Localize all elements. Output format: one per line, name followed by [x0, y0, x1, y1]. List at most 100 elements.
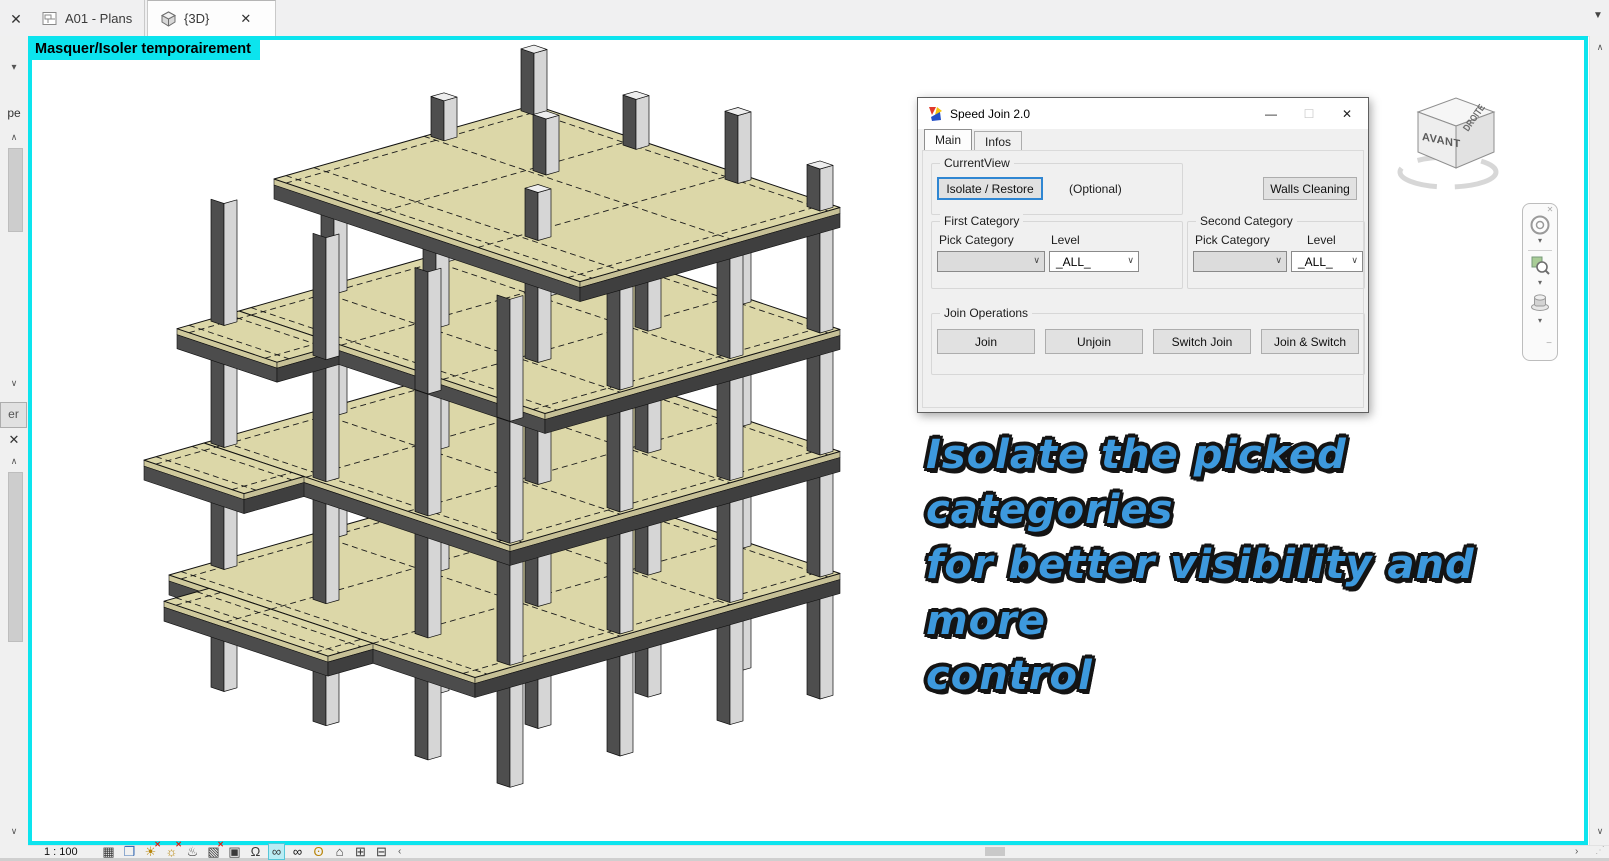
scrollbar-thumb[interactable] [8, 148, 23, 232]
rendering-dialog-icon[interactable]: ♨ [184, 843, 201, 860]
maximize-icon: ☐ [1303, 106, 1315, 121]
glyph: ▣ [228, 843, 241, 859]
glyph: ∞ [292, 844, 303, 859]
crop-region-icon[interactable]: ▣ [226, 843, 243, 860]
combo-value: _ALL_ [1056, 254, 1091, 269]
sun-path-icon[interactable]: ☀ ✕ [142, 840, 161, 860]
glyph: ❒ [123, 843, 136, 859]
level-label: Level [1307, 233, 1336, 247]
first-pick-category-select[interactable]: ∨ [937, 251, 1045, 272]
scroll-down-icon[interactable]: ∨ [1590, 826, 1609, 837]
group-label: Join Operations [940, 306, 1033, 320]
minimize-icon[interactable]: — [1252, 98, 1290, 129]
tab-a01-plans[interactable]: A01 - Plans [30, 0, 146, 36]
tab-label: {3D} [184, 11, 210, 26]
speed-join-logo-icon [929, 106, 942, 121]
glyph: ▦ [102, 843, 115, 859]
tab-infos[interactable]: Infos [974, 131, 1023, 151]
reveal-constraints-icon[interactable]: ⊟ [373, 843, 390, 860]
unjoin-button[interactable]: Unjoin [1045, 329, 1143, 354]
marketing-caption: Isolate the picked categories for better… [926, 428, 1526, 704]
zoom-icon[interactable] [1531, 256, 1550, 275]
navbar-close-icon[interactable]: ✕ [1533, 205, 1567, 214]
crop-view-icon[interactable]: ▧ ✕ [205, 840, 224, 860]
scroll-up-icon[interactable]: ∧ [0, 456, 28, 467]
vertical-scrollbar[interactable]: ∧ ∨ [1589, 36, 1609, 845]
group-label: First Category [940, 214, 1024, 228]
pick-category-label: Pick Category [939, 233, 1014, 247]
level-label: Level [1051, 233, 1080, 247]
hscroll-left-icon[interactable]: ‹ [398, 846, 401, 857]
close-palette-icon[interactable]: ✕ [0, 432, 28, 448]
viewcube[interactable]: AVANT DROITE [1392, 88, 1517, 194]
orbit-options-caret-icon[interactable]: ▾ [1523, 316, 1557, 325]
navigation-bar: ✕ ▾ ▾ ▾ − [1522, 203, 1558, 361]
navbar-divider [1528, 250, 1552, 251]
resize-grip-icon[interactable]: ⋰ [1595, 845, 1605, 856]
off-marker: ✕ [154, 840, 161, 849]
scrollbar-thumb[interactable] [8, 472, 23, 642]
join-button[interactable]: Join [937, 329, 1035, 354]
close-tab-icon[interactable]: ✕ [240, 11, 251, 27]
first-level-select[interactable]: _ALL_ ∨ [1049, 251, 1139, 272]
join-and-switch-button[interactable]: Join & Switch [1261, 329, 1359, 354]
navbar-collapse-icon[interactable]: − [1532, 338, 1566, 349]
view-control-icons: ▦ ❒ ☀ ✕ ☼ ✕ ♨ ▧ ✕ ▣ Ω ∞ ∞ ʘ ⌂ ⊞ ⊟ [100, 840, 390, 860]
close-view-icon[interactable]: ✕ [6, 9, 26, 29]
floor-plan-icon [42, 11, 57, 25]
zoom-options-caret-icon[interactable]: ▾ [1523, 278, 1557, 287]
lock-3d-view-icon[interactable]: Ω [247, 843, 264, 860]
chevron-down-icon: ∨ [1033, 255, 1040, 265]
tab-label: A01 - Plans [65, 10, 133, 26]
temporary-hide-isolate-icon[interactable]: ∞ [268, 843, 285, 860]
chevron-down-icon: ∨ [1275, 255, 1282, 265]
glyph: ⊟ [376, 843, 387, 859]
visual-style-icon[interactable]: ❒ [121, 843, 138, 860]
analytical-model-icon[interactable]: ⌂ [331, 843, 348, 860]
tab-main[interactable]: Main [924, 129, 973, 151]
displacement-sets-icon[interactable]: ⊞ [352, 843, 369, 860]
switch-join-button[interactable]: Switch Join [1153, 329, 1251, 354]
steering-wheel-icon[interactable] [1530, 215, 1550, 235]
glyph: ∞ [271, 844, 282, 859]
scroll-down-icon[interactable]: ∨ [0, 826, 28, 837]
scroll-up-icon[interactable]: ∧ [0, 132, 28, 143]
dialog-titlebar[interactable]: Speed Join 2.0 — ☐ ✕ [918, 98, 1368, 129]
chevron-down-icon: ∨ [1127, 255, 1134, 265]
reveal-hidden-elements-icon[interactable]: ∞ [289, 843, 306, 860]
properties-truncated-label: pe [7, 106, 21, 120]
optional-label: (Optional) [1069, 182, 1122, 196]
off-marker: ✕ [175, 840, 182, 849]
second-level-select[interactable]: _ALL_ ∨ [1291, 251, 1363, 272]
shadows-icon[interactable]: ☼ ✕ [163, 840, 182, 860]
glyph: ♨ [186, 843, 199, 859]
3d-view-icon [160, 10, 177, 27]
view-tab-bar: ✕ A01 - Plans {3D} ✕ ▼ [0, 0, 1609, 37]
docked-palette-sliver: ▾ pe ∧ ∨ er ✕ ∧ ∨ [0, 36, 29, 861]
tab-3d-view[interactable]: {3D} ✕ [147, 0, 276, 36]
truncated-button[interactable]: er [0, 402, 27, 428]
orbit-icon[interactable] [1530, 292, 1550, 312]
hscroll-right-icon[interactable]: › [1575, 846, 1578, 857]
scroll-down-icon[interactable]: ∨ [0, 378, 28, 389]
dialog-tabstrip: Main Infos [924, 129, 1024, 151]
walls-cleaning-button[interactable]: Walls Cleaning [1263, 177, 1357, 200]
isolate-restore-button[interactable]: Isolate / Restore [937, 177, 1043, 200]
second-pick-category-select[interactable]: ∨ [1193, 251, 1287, 272]
tab-list-icon[interactable]: ▼ [1589, 10, 1607, 26]
scroll-up-icon[interactable]: ∧ [1590, 42, 1609, 53]
detail-level-icon[interactable]: ▦ [100, 843, 117, 860]
view-scale-button[interactable]: 1 : 100 [38, 845, 84, 858]
hscroll-thumb[interactable] [985, 847, 1005, 856]
wheel-options-caret-icon[interactable]: ▾ [1523, 236, 1557, 245]
glyph: ⊞ [355, 843, 366, 859]
off-marker: ✕ [217, 840, 224, 849]
temporary-hide-isolate-banner: Masquer/Isoler temporairement [30, 39, 260, 60]
close-icon[interactable]: ✕ [1328, 98, 1366, 129]
glyph: Ω [250, 844, 261, 859]
pick-category-label: Pick Category [1195, 233, 1270, 247]
properties-caret-icon[interactable]: ▾ [0, 62, 28, 73]
group-label: Second Category [1196, 214, 1297, 228]
speed-join-dialog: Speed Join 2.0 — ☐ ✕ Main Infos CurrentV… [917, 97, 1369, 413]
temporary-view-properties-icon[interactable]: ʘ [310, 843, 327, 860]
